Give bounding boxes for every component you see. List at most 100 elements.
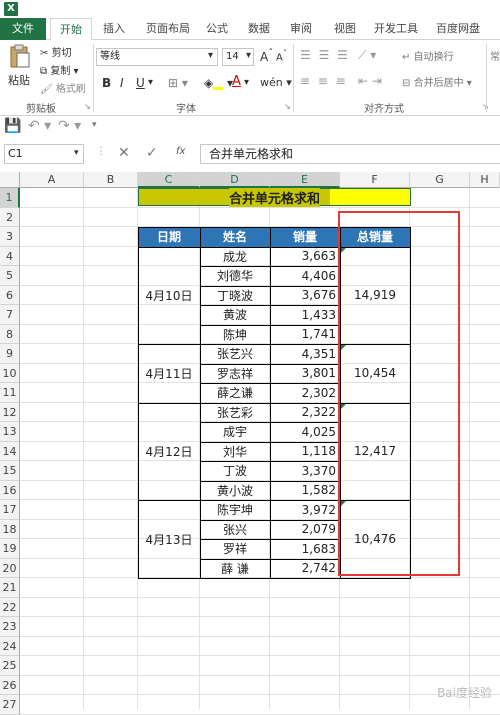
sales-cell[interactable]: 1,741 <box>270 325 340 345</box>
row-header-22[interactable]: 22 <box>0 597 20 617</box>
row-header-3[interactable]: 3 <box>0 227 20 247</box>
name-cell[interactable]: 黄小波 <box>200 481 270 501</box>
header-sales[interactable]: 销量 <box>270 227 340 247</box>
column-header-f[interactable]: F <box>340 172 410 188</box>
name-cell[interactable]: 丁晓波 <box>200 286 270 306</box>
sales-cell[interactable]: 3,370 <box>270 461 340 481</box>
sales-cell[interactable]: 2,322 <box>270 403 340 423</box>
sales-cell[interactable]: 4,351 <box>270 344 340 364</box>
tab-page-layout[interactable]: 页面布局 <box>140 18 196 40</box>
format-painter-button[interactable]: 🖌 格式刷 <box>40 80 86 95</box>
row-header-14[interactable]: 14 <box>0 441 20 461</box>
sales-cell[interactable]: 3,801 <box>270 364 340 384</box>
name-cell[interactable]: 罗祥 <box>200 539 270 559</box>
row-header-25[interactable]: 25 <box>0 656 20 676</box>
tab-file[interactable]: 文件 <box>0 18 46 40</box>
sales-cell[interactable]: 3,972 <box>270 500 340 520</box>
sales-cell[interactable]: 2,079 <box>270 520 340 540</box>
name-cell[interactable]: 张兴 <box>200 520 270 540</box>
name-cell[interactable]: 成宇 <box>200 422 270 442</box>
decrease-font-icon[interactable]: Aˇ <box>276 48 287 63</box>
sales-cell[interactable]: 1,582 <box>270 481 340 501</box>
column-header-h[interactable]: H <box>470 172 500 188</box>
name-cell[interactable]: 成龙 <box>200 247 270 267</box>
save-icon[interactable]: 💾 <box>4 118 21 134</box>
number-format-select[interactable]: 常 <box>490 48 500 63</box>
column-header-g[interactable]: G <box>410 172 470 188</box>
phonetic-icon[interactable]: wén ▾ <box>260 76 292 89</box>
header-name[interactable]: 姓名 <box>200 227 270 247</box>
row-header-26[interactable]: 26 <box>0 675 20 695</box>
row-header-27[interactable]: 27 <box>0 695 20 715</box>
insert-function-icon[interactable]: fx <box>176 146 185 157</box>
tab-home[interactable]: 开始 <box>50 18 92 41</box>
select-all-corner[interactable] <box>0 172 20 188</box>
name-cell[interactable]: 罗志祥 <box>200 364 270 384</box>
tab-view[interactable]: 视图 <box>330 18 360 40</box>
name-box[interactable]: C1 <box>4 144 84 164</box>
worksheet-grid[interactable]: ABCDEFGH 1 2 3 4 5 6 7 8 9 10 11 12 13 14 15 16 17 18 19 20… <box>0 172 500 715</box>
tab-developer[interactable]: 开发工具 <box>372 18 420 40</box>
row-header-6[interactable]: 6 <box>0 285 20 305</box>
top-align-icons[interactable]: ☰ ☰ ☰ <box>300 48 350 62</box>
row-header-17[interactable]: 17 <box>0 500 20 520</box>
merge-center-button[interactable]: ⊟ 合并后居中 ▾ <box>402 74 472 89</box>
underline-dropdown-icon[interactable]: ▾ <box>148 77 153 88</box>
copy-button[interactable]: ⧉ 复制 ▾ <box>40 62 79 77</box>
font-size-dropdown-icon[interactable]: ▾ <box>246 50 251 61</box>
underline-button[interactable]: U <box>136 76 145 90</box>
sales-cell[interactable]: 3,676 <box>270 286 340 306</box>
tab-formulas[interactable]: 公式 <box>202 18 232 40</box>
italic-button[interactable]: I <box>120 76 124 90</box>
sales-cell[interactable]: 4,025 <box>270 422 340 442</box>
cut-button[interactable]: ✂ 剪切 <box>40 44 72 59</box>
row-header-24[interactable]: 24 <box>0 636 20 656</box>
sales-cell[interactable]: 1,433 <box>270 305 340 325</box>
row-header-15[interactable]: 15 <box>0 461 20 481</box>
name-cell[interactable]: 张艺彩 <box>200 403 270 423</box>
clipboard-launcher-icon[interactable]: ↘ <box>84 102 91 111</box>
sales-cell[interactable]: 1,118 <box>270 442 340 462</box>
row-header-13[interactable]: 13 <box>0 422 20 442</box>
tab-review[interactable]: 审阅 <box>286 18 316 40</box>
font-launcher-icon[interactable]: ↘ <box>284 102 291 111</box>
name-cell[interactable]: 丁波 <box>200 461 270 481</box>
paste-button[interactable] <box>8 44 30 73</box>
horizontal-align-icons[interactable]: ≡ ≡ ≡ <box>300 74 348 88</box>
undo-icon[interactable]: ↶ ▾ <box>28 118 51 134</box>
column-header-b[interactable]: B <box>84 172 138 188</box>
header-date[interactable]: 日期 <box>138 227 200 247</box>
font-color-icon[interactable]: A <box>232 74 241 89</box>
wrap-text-button[interactable]: ↵ 自动换行 <box>402 48 454 63</box>
font-color-dropdown-icon[interactable]: ▾ <box>244 77 249 88</box>
sales-cell[interactable]: 2,302 <box>270 383 340 403</box>
increase-font-icon[interactable]: Aˆ <box>260 48 273 64</box>
customize-qat-icon[interactable]: ▾ <box>92 120 97 130</box>
column-header-a[interactable]: A <box>20 172 84 188</box>
cancel-icon[interactable]: ✕ <box>118 145 130 161</box>
sales-cell[interactable]: 1,683 <box>270 539 340 559</box>
enter-icon[interactable]: ✓ <box>146 145 158 161</box>
formula-input[interactable]: 合并单元格求和 <box>200 144 500 164</box>
font-name-dropdown-icon[interactable]: ▾ <box>208 50 213 61</box>
date-cell[interactable]: 4月10日 <box>138 247 200 345</box>
row-header-10[interactable]: 10 <box>0 363 20 383</box>
name-cell[interactable]: 陈坤 <box>200 325 270 345</box>
row-header-12[interactable]: 12 <box>0 402 20 422</box>
column-header-c[interactable]: C <box>138 172 200 188</box>
sales-cell[interactable]: 4,406 <box>270 266 340 286</box>
name-cell[interactable]: 薛 谦 <box>200 559 270 579</box>
row-header-18[interactable]: 18 <box>0 519 20 539</box>
orientation-icon[interactable]: ⟋ ▾ <box>358 48 376 63</box>
name-cell[interactable]: 刘德华 <box>200 266 270 286</box>
name-cell[interactable]: 陈宇坤 <box>200 500 270 520</box>
row-header-5[interactable]: 5 <box>0 266 20 286</box>
date-cell[interactable]: 4月11日 <box>138 344 200 403</box>
date-cell[interactable]: 4月13日 <box>138 500 200 578</box>
row-header-8[interactable]: 8 <box>0 324 20 344</box>
row-header-21[interactable]: 21 <box>0 578 20 598</box>
column-header-d[interactable]: D <box>200 172 270 188</box>
row-header-16[interactable]: 16 <box>0 480 20 500</box>
column-header-e[interactable]: E <box>270 172 340 188</box>
row-header-4[interactable]: 4 <box>0 246 20 266</box>
